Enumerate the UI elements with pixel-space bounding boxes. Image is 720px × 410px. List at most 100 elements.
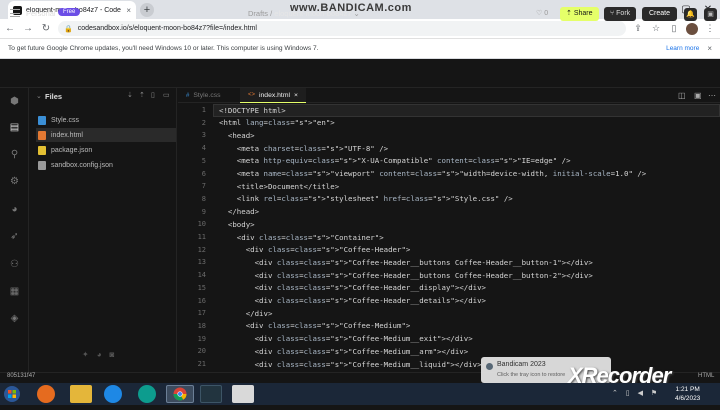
forward-icon[interactable]: → [22, 23, 34, 34]
sandbox-info-icon[interactable]: ⬢ [8, 95, 21, 108]
upload-icon[interactable]: ⇡ [139, 91, 145, 99]
taskbar-clock[interactable]: 1:21 PM 4/6/2023 [675, 385, 700, 403]
sandbox-name[interactable]: eloquent-moon-bo84z7 [274, 9, 351, 18]
code-line[interactable]: </head> [219, 207, 259, 216]
editor-tab-index-html[interactable]: <> index.html × [240, 88, 306, 103]
file-item[interactable]: package.json [36, 143, 176, 157]
chevron-down-icon[interactable]: ⌄ [354, 9, 360, 18]
close-tab-icon[interactable]: × [294, 92, 298, 99]
live-users-icon[interactable]: ⚇ [8, 258, 21, 271]
share-button[interactable]: ⇡ Share [560, 7, 599, 21]
deploy-rocket-icon[interactable]: ➶ [8, 230, 21, 243]
line-number: 9 [201, 207, 206, 216]
code-line[interactable]: <div class=class="s">"Coffee-Medium__liq… [219, 360, 482, 369]
html-file-icon: <> [248, 92, 256, 98]
twitter-icon[interactable]: ✦ [82, 350, 97, 359]
code-line[interactable]: <div class=class="s">"Coffee-Medium__arm… [219, 347, 469, 356]
line-number: 19 [197, 334, 206, 343]
code-line[interactable]: </div> [219, 309, 273, 318]
share-button-label: Share [573, 10, 593, 17]
css-file-icon: # [186, 92, 190, 99]
code-line[interactable]: <meta http-equiv=class="s">"X-UA-Compati… [219, 156, 571, 165]
chrome-taskbar-button[interactable] [166, 385, 194, 403]
new-tab-button[interactable]: + [140, 3, 154, 17]
notification-title: Bandicam 2023 [497, 361, 546, 368]
lock-icon: 🔒 [64, 25, 73, 33]
share-page-icon[interactable]: ⇪ [632, 23, 644, 34]
new-folder-icon[interactable]: ▭ [163, 91, 170, 99]
layout-icon[interactable]: ▣ [694, 91, 702, 100]
explorer-files-icon[interactable]: ▤ [8, 121, 21, 134]
reload-icon[interactable]: ↻ [40, 23, 52, 34]
learn-more-link[interactable]: Learn more [666, 45, 699, 52]
kebab-menu-icon[interactable]: ⋮ [704, 23, 716, 34]
line-number: 3 [201, 131, 206, 140]
info-bar-message: To get future Google Chrome updates, you… [8, 45, 319, 52]
collapse-chevron-icon[interactable]: ⌄ [36, 92, 42, 100]
like-count[interactable]: ♡ 0 [536, 9, 548, 17]
file-item-selected[interactable]: index.html [36, 128, 176, 142]
code-line[interactable]: <head> [219, 131, 255, 140]
more-options-icon[interactable]: ⋯ [708, 91, 716, 100]
code-line[interactable]: <title>Document</title> [219, 182, 339, 191]
discord-icon[interactable]: ◙ [110, 350, 123, 359]
line-number: 17 [197, 309, 206, 318]
code-line[interactable]: <div class=class="s">"Coffee-Header__but… [219, 258, 593, 267]
code-line[interactable]: <body> [219, 220, 255, 229]
file-item[interactable]: sandbox.config.json [36, 158, 176, 172]
code-line[interactable]: <html lang=class="s">"en"> [219, 118, 335, 127]
address-url: codesandbox.io/s/eloquent-moon-bo84z7?fi… [77, 25, 257, 32]
line-number: 11 [197, 233, 206, 241]
code-line[interactable]: <meta charset=class="s">"UTF-8" /> [219, 144, 388, 153]
internet-explorer-icon[interactable] [104, 385, 122, 403]
hamburger-menu-icon[interactable] [10, 9, 20, 20]
close-tab-icon[interactable]: × [126, 6, 131, 15]
code-line[interactable]: <div class=class="s">"Coffee-Medium__exi… [219, 334, 473, 343]
code-line[interactable]: <div class=class="s">"Coffee-Header__dis… [219, 283, 486, 292]
firefox-icon[interactable] [37, 385, 55, 403]
sidebar-icon[interactable]: ▯ [668, 23, 680, 34]
docker-icon[interactable]: ▦ [8, 285, 21, 298]
file-explorer-icon[interactable] [70, 385, 92, 403]
create-button[interactable]: Create [642, 7, 678, 21]
back-icon[interactable]: ← [4, 23, 16, 34]
editor-tab-style-css[interactable]: # Style.css [178, 88, 229, 103]
code-line[interactable]: <meta name=class="s">"viewport" content=… [219, 169, 646, 178]
profile-avatar[interactable] [686, 22, 698, 35]
code-line[interactable]: <div class=class="s">"Coffee-Medium"> [219, 321, 411, 330]
sort-icon[interactable]: ⇣ [127, 91, 133, 99]
code-line[interactable]: <div class=class="s">"Container"> [219, 233, 384, 242]
code-line[interactable]: <div class=class="s">"Coffee-Header__but… [219, 271, 593, 280]
bookmark-star-icon[interactable]: ☆ [650, 23, 662, 34]
settings-gear-icon[interactable]: ⚙ [8, 175, 21, 188]
vscode-icon[interactable]: ◈ [8, 312, 21, 325]
app-taskbar-button[interactable] [200, 385, 222, 403]
fork-button[interactable]: ⑂ Fork [604, 7, 637, 21]
github-icon[interactable]: ◕ [8, 203, 21, 216]
start-button[interactable] [0, 383, 24, 405]
line-number: 15 [197, 283, 206, 292]
new-file-icon[interactable]: ▯ [151, 91, 155, 99]
line-number: 16 [197, 296, 206, 305]
code-line[interactable]: <link rel=class="s">"stylesheet" href=cl… [219, 194, 513, 203]
code-line[interactable]: <!DOCTYPE html> [219, 106, 286, 115]
line-number: 10 [197, 220, 206, 229]
workspace-name[interactable]: Personal [26, 9, 56, 18]
split-editor-icon[interactable]: ◫ [678, 91, 686, 100]
status-language[interactable]: HTML [698, 373, 714, 379]
app-taskbar-button[interactable] [232, 385, 254, 403]
user-avatar[interactable]: ▣ [704, 8, 717, 21]
github-icon[interactable]: ◕ [97, 350, 110, 359]
fork-button-label: Fork [616, 10, 631, 17]
file-item[interactable]: Style.css [36, 113, 176, 127]
address-bar[interactable]: 🔒 codesandbox.io/s/eloquent-moon-bo84z7?… [58, 21, 626, 36]
breadcrumb-folder[interactable]: Drafts [248, 9, 268, 18]
system-tray[interactable]: ⌃ ▯ ◀ ⚑ [612, 389, 660, 397]
search-icon[interactable]: ⚲ [8, 148, 21, 161]
edge-icon[interactable] [138, 385, 156, 403]
info-bar-close-icon[interactable]: × [707, 44, 712, 53]
code-line[interactable]: <div class=class="s">"Coffee-Header"> [219, 245, 411, 254]
code-line[interactable]: <div class=class="s">"Coffee-Header__det… [219, 296, 486, 305]
browser-toolbar: ← → ↻ 🔒 codesandbox.io/s/eloquent-moon-b… [0, 19, 720, 38]
notifications-bell-icon[interactable]: 🔔 [684, 8, 697, 21]
